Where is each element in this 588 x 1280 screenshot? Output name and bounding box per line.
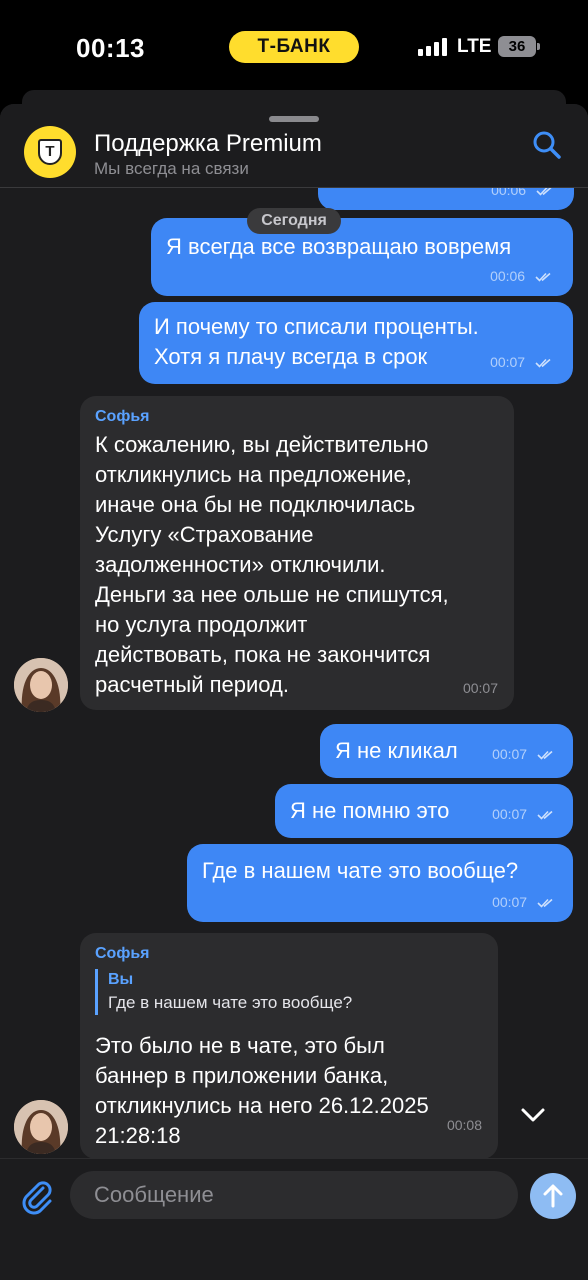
reply-text: Где в нашем чате это вообще? <box>108 993 353 1012</box>
message-time: 00:07 <box>490 354 526 370</box>
message-input[interactable] <box>70 1171 518 1219</box>
message-list[interactable]: Я не кликал 00:06 Сегодня Я всегда все в… <box>0 188 588 1158</box>
arrow-up-icon <box>543 1184 563 1208</box>
message-time: 00:07 <box>492 746 528 762</box>
message-bubble-outgoing[interactable]: И почему то списали проценты. Хотя я пла… <box>139 302 573 384</box>
chevron-down-icon[interactable] <box>512 1094 554 1136</box>
status-time: 00:13 <box>76 33 145 63</box>
search-icon[interactable] <box>532 130 562 160</box>
chat-header: Т Поддержка Premium Мы всегда на связи <box>0 104 588 188</box>
bank-logo[interactable]: Т <box>24 126 76 178</box>
chat-sheet: Т Поддержка Premium Мы всегда на связи Я… <box>0 104 588 1280</box>
message-text: Это было не в чате, это был баннер в при… <box>95 1033 429 1148</box>
message-text: Где в нашем чате это вообще? <box>202 858 519 883</box>
message-meta: 00:06 <box>490 268 553 284</box>
message-bubble-incoming[interactable]: Софья Вы Где в нашем чате это вообще? Эт… <box>80 933 498 1158</box>
message-meta: 00:07 <box>492 806 555 822</box>
message-text: И почему то списали проценты. Хотя я пла… <box>154 314 479 369</box>
message-bubble-outgoing[interactable]: Я всегда все возвращаю вовремя 00:06 <box>151 218 573 296</box>
message-time: 00:06 <box>490 268 526 284</box>
shield-icon: Т <box>38 139 62 165</box>
message-time: 00:07 <box>462 680 498 696</box>
sheet-grabber[interactable] <box>269 116 319 122</box>
avatar[interactable] <box>14 1100 68 1154</box>
avatar[interactable] <box>14 658 68 712</box>
message-bubble-outgoing[interactable]: Где в нашем чате это вообще? 00:07 <box>187 844 573 922</box>
reply-quote[interactable]: Вы Где в нашем чате это вообще? <box>95 969 483 1015</box>
signal-icon <box>418 38 448 56</box>
checkmarks-icon <box>535 359 551 368</box>
message-text: Я не кликал <box>335 738 458 763</box>
message-time: 00:08 <box>446 1117 482 1133</box>
sender-name: Софья <box>95 945 150 962</box>
message-composer <box>0 1158 588 1280</box>
message-meta: 00:07 <box>492 746 555 762</box>
message-text: Я не помню это <box>290 798 450 823</box>
message-time: 00:07 <box>492 894 528 910</box>
message-bubble-outgoing[interactable]: Я не кликал 00:06 <box>318 188 574 210</box>
network-type: LTE <box>457 36 492 57</box>
checkmarks-icon <box>537 899 553 908</box>
avatar-image <box>14 1100 68 1154</box>
checkmarks-icon <box>535 273 551 282</box>
message-meta: 00:06 <box>491 188 554 198</box>
message-text: Я не кликал <box>333 188 456 196</box>
message-time: 00:07 <box>492 806 528 822</box>
message-meta: 00:07 <box>492 894 555 910</box>
brand-pill: Т-БАНК <box>229 31 359 63</box>
message-bubble-outgoing[interactable]: Я не кликал 00:07 <box>320 724 573 778</box>
message-meta: 00:07 <box>490 354 553 370</box>
chat-title: Поддержка Premium <box>94 130 322 157</box>
paperclip-icon[interactable] <box>18 1177 56 1215</box>
battery-tip <box>537 43 540 50</box>
battery-icon: 36 <box>498 36 536 57</box>
checkmarks-icon <box>537 811 553 820</box>
message-bubble-outgoing[interactable]: Я не помню это 00:07 <box>275 784 573 838</box>
message-time: 00:06 <box>491 188 527 198</box>
sender-name: Софья <box>95 408 150 425</box>
status-bar: 00:13 Т-БАНК LTE 36 <box>0 0 588 96</box>
avatar-image <box>14 658 68 712</box>
reply-author: Вы <box>108 971 134 988</box>
send-button[interactable] <box>530 1173 576 1219</box>
checkmarks-icon <box>536 188 552 196</box>
date-separator: Сегодня <box>247 208 341 234</box>
message-text: К сожалению, вы действительно откликнули… <box>95 432 449 697</box>
checkmarks-icon <box>537 751 553 760</box>
message-bubble-incoming[interactable]: Софья К сожалению, вы действительно откл… <box>80 396 514 710</box>
chat-subtitle: Мы всегда на связи <box>94 159 249 178</box>
message-text: Я всегда все возвращаю вовремя <box>166 234 512 259</box>
